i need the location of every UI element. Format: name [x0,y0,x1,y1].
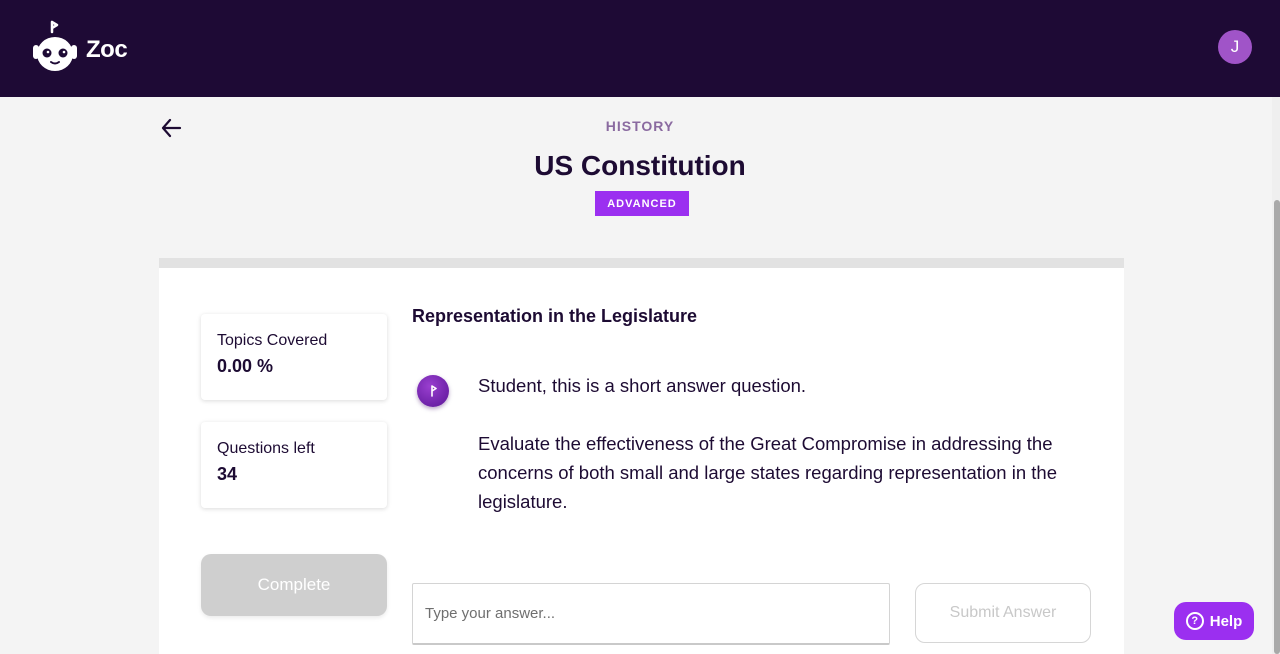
level-badge: ADVANCED [595,191,689,216]
topics-covered-card: Topics Covered 0.00 % [201,314,387,400]
help-button[interactable]: ? Help [1174,602,1254,640]
panel-header-strip [159,258,1124,268]
topics-covered-value: 0.00 % [217,356,274,376]
help-label: Help [1209,612,1243,630]
page-title: US Constitution [534,150,746,181]
subject-label: HISTORY [605,118,675,134]
logo[interactable]: Zoc [30,20,128,74]
question-prompt-text: Evaluate the effectiveness of the Great … [478,433,1057,512]
help-icon: ? [1185,612,1204,630]
tutor-bot-icon [417,375,449,407]
submit-answer-button[interactable]: Submit Answer [915,583,1091,643]
topic-title: Representation in the Legislature [412,306,698,326]
question-intro-text: Student, this is a short answer question… [478,375,807,396]
complete-button[interactable]: Complete [201,554,387,616]
brand-name: Zoc [86,36,128,63]
flag-icon [431,385,437,397]
questions-left-value: 34 [217,464,238,484]
top-navigation-bar: Zoc J [0,0,1280,97]
user-avatar[interactable]: J [1218,30,1252,64]
questions-left-card: Questions left 34 [201,422,387,508]
scrollbar-thumb[interactable] [1274,200,1280,654]
answer-input[interactable] [412,583,890,645]
topics-covered-label: Topics Covered [217,332,328,349]
robot-logo-icon [33,20,77,71]
questions-left-label: Questions left [217,440,315,457]
